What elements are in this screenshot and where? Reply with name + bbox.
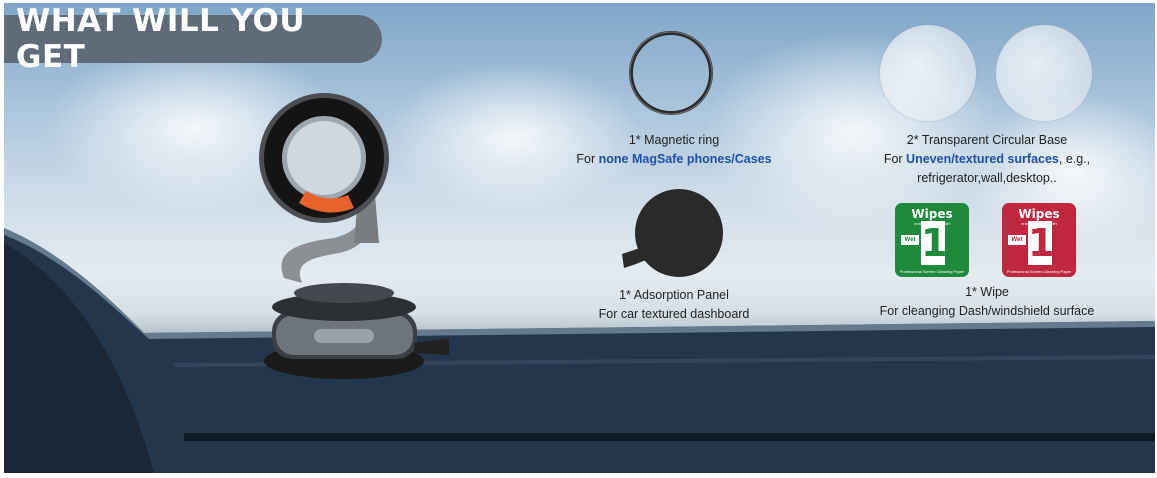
magnetic-ring-image: [629, 31, 713, 115]
wipe-wet-label: Wet: [1008, 235, 1026, 245]
ring-title: 1* Magnetic ring: [628, 133, 720, 147]
panel-caption: 1* Adsorption Panel For car textured das…: [564, 286, 784, 324]
adsorption-panel-image: [622, 189, 723, 277]
wipe-footer: Professional Screen Cleaning Paper: [899, 269, 965, 274]
base-description: For Uneven/textured surfaces, e.g.,: [862, 150, 1112, 169]
section-title-banner: WHAT WILL YOU GET: [4, 3, 382, 75]
wipe-title: Wipes: [911, 207, 953, 221]
base-caption: 2* Transparent Circular Base For Uneven/…: [862, 131, 1112, 188]
ring-desc-highlight: none MagSafe phones/Cases: [598, 152, 772, 166]
section-title: WHAT WILL YOU GET: [16, 3, 306, 75]
product-banner: WHAT WILL YOU GET 1* Magnetic ring For n…: [4, 3, 1155, 473]
panel-title: 1* Adsorption Panel: [619, 288, 729, 302]
transparent-base-image: [880, 25, 976, 121]
wipe-number: 1: [921, 221, 948, 265]
wipe-title: Wipes: [1018, 207, 1060, 221]
wipe-wet-label: Wet: [901, 235, 919, 245]
transparent-base-image: [996, 25, 1092, 121]
wipe-package-green: Wipes removes excess dirt Wet 1 Professi…: [895, 203, 969, 277]
ring-caption: 1* Magnetic ring For none MagSafe phones…: [564, 131, 784, 169]
base-desc-prefix: For: [883, 152, 907, 166]
wipe-number: 1: [1028, 221, 1055, 265]
ring-description: For none MagSafe phones/Cases: [564, 150, 784, 169]
wipe-caption: 1* Wipe For cleanging Dash/windshield su…: [862, 283, 1112, 321]
ring-desc-prefix: For: [576, 152, 599, 166]
base-title: 2* Transparent Circular Base: [906, 133, 1068, 147]
panel-description: For car textured dashboard: [598, 307, 750, 321]
wipe-caption-description: For cleanging Dash/windshield surface: [879, 304, 1095, 318]
wipe-caption-title: 1* Wipe: [965, 285, 1009, 299]
base-examples: refrigerator,wall,desktop..: [917, 171, 1057, 185]
wipe-package-red: Wipes removes excess dirt Wet 1 Professi…: [1002, 203, 1076, 277]
phone-mount-image: [259, 93, 449, 379]
base-desc-highlight: Uneven/textured surfaces: [906, 152, 1059, 166]
base-desc-suffix: , e.g.,: [1058, 152, 1091, 166]
wipe-footer: Professional Screen Cleaning Paper: [1006, 269, 1072, 274]
